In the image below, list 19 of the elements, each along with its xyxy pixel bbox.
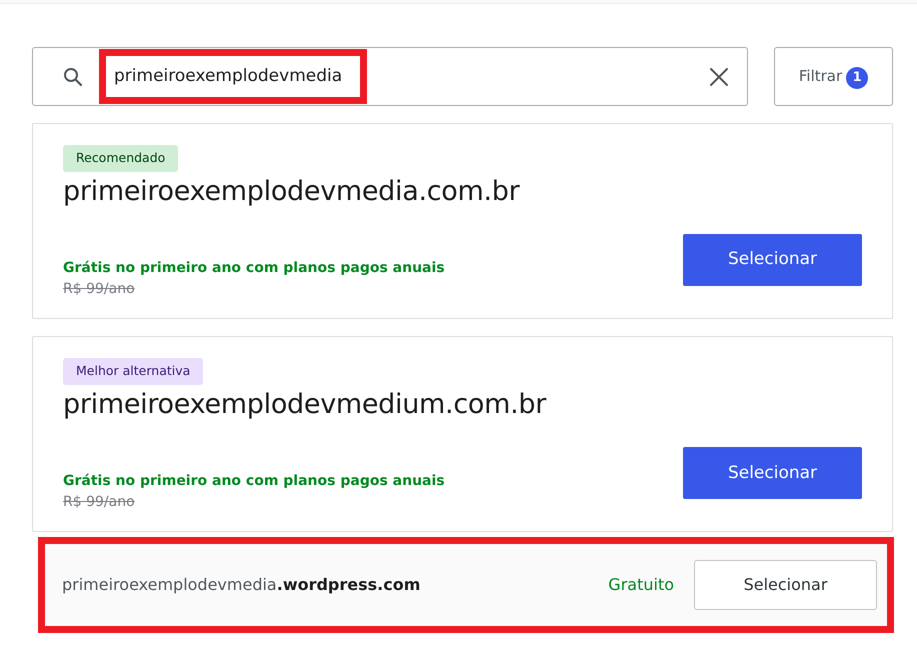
search-field[interactable]: primeiroexemplodevmedia xyxy=(32,47,748,106)
search-icon xyxy=(63,66,83,86)
domain-name: primeiroexemplodevmedia.com.br xyxy=(63,176,521,208)
count-badge: 1 xyxy=(846,66,868,88)
old-price: R$ 99/ano xyxy=(63,493,136,512)
offer-text: Grátis no primeiro ano com planos pagos anuais xyxy=(63,259,445,278)
old-price: R$ 99/ano xyxy=(63,280,136,300)
tag: Melhor alternativa xyxy=(63,358,204,385)
domain-name: primeiroexemplodevmedia.wordpress.com xyxy=(62,574,422,596)
close-icon[interactable] xyxy=(709,66,729,86)
tag: Recomendado xyxy=(63,145,178,172)
select-button[interactable]: Selecionar xyxy=(683,234,862,286)
select-button[interactable]: Selecionar xyxy=(694,560,877,610)
filter-button[interactable]: Filtrar 1 xyxy=(774,47,893,106)
select-button[interactable]: Selecionar xyxy=(683,447,862,500)
domain-name: primeiroexemplodevmedium.com.br xyxy=(63,388,548,422)
search-input[interactable]: primeiroexemplodevmedia xyxy=(99,48,367,104)
offer-text: Grátis no primeiro ano com planos pagos anuais xyxy=(63,472,445,492)
price-text: Gratuito xyxy=(608,574,674,596)
